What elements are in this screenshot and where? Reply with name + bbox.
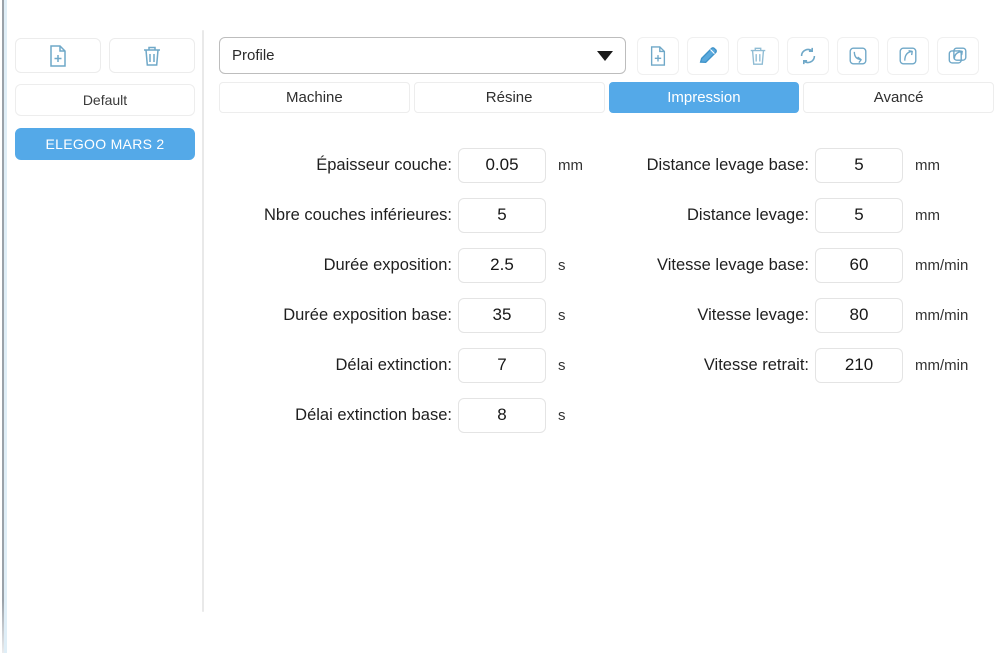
field-unit: mm: [915, 157, 940, 174]
field-input[interactable]: 60: [815, 248, 903, 283]
field-label: Vitesse levage base:: [604, 256, 809, 275]
field-unit: mm/min: [915, 357, 968, 374]
field-label: Durée exposition:: [224, 256, 452, 275]
field-input[interactable]: 5: [815, 148, 903, 183]
export-all-button[interactable]: [937, 37, 979, 75]
field-label: Vitesse retrait:: [604, 356, 809, 375]
export-all-icon: [947, 45, 969, 67]
profile-toolbar-row: Profile: [219, 37, 994, 74]
window-left-edge-glow: [4, 0, 7, 653]
field-input[interactable]: 2.5: [458, 248, 546, 283]
sidebar-profile-default[interactable]: Default: [15, 84, 195, 116]
field-epaisseur-couche: Épaisseur couche: 0.05 mm: [224, 140, 599, 190]
edit-button[interactable]: [687, 37, 729, 75]
settings-tabs: Machine Résine Impression Avancé: [219, 82, 994, 113]
new-profile-button[interactable]: [15, 38, 101, 73]
tab-label: Avancé: [874, 89, 924, 106]
reset-button[interactable]: [787, 37, 829, 75]
field-unit: mm/min: [915, 307, 968, 324]
tab-impression[interactable]: Impression: [609, 82, 800, 113]
field-distance-levage-base: Distance levage base: 5 mm: [604, 140, 999, 190]
field-vitesse-levage: Vitesse levage: 80 mm/min: [604, 290, 999, 340]
field-unit: s: [558, 257, 566, 274]
field-label: Délai extinction:: [224, 356, 452, 375]
trash-icon: [748, 45, 768, 67]
sidebar-divider: [202, 30, 204, 612]
trash-icon: [141, 44, 163, 68]
field-input[interactable]: 210: [815, 348, 903, 383]
profiles-sidebar: Default ELEGOO MARS 2: [8, 0, 203, 653]
field-input[interactable]: 0.05: [458, 148, 546, 183]
field-label: Épaisseur couche:: [224, 156, 452, 175]
delete-profile-button[interactable]: [109, 38, 195, 73]
tab-avance[interactable]: Avancé: [803, 82, 994, 113]
field-input[interactable]: 80: [815, 298, 903, 333]
field-label: Nbre couches inférieures:: [224, 206, 452, 225]
field-input[interactable]: 35: [458, 298, 546, 333]
chevron-down-icon: [597, 51, 613, 61]
profile-select-value: Profile: [232, 47, 275, 64]
import-button[interactable]: [837, 37, 879, 75]
file-plus-icon: [47, 44, 69, 68]
tab-label: Machine: [286, 89, 343, 106]
profile-actions-toolbar: [637, 37, 979, 75]
field-input[interactable]: 5: [458, 198, 546, 233]
field-input[interactable]: 8: [458, 398, 546, 433]
sidebar-profile-elegoo-mars-2[interactable]: ELEGOO MARS 2: [15, 128, 195, 160]
tab-label: Impression: [667, 89, 740, 106]
field-distance-levage: Distance levage: 5 mm: [604, 190, 999, 240]
field-label: Distance levage:: [604, 206, 809, 225]
sidebar-profile-label: ELEGOO MARS 2: [45, 136, 164, 152]
export-arrow-icon: [897, 45, 919, 67]
field-duree-exposition: Durée exposition: 2.5 s: [224, 240, 599, 290]
impression-settings-form: Épaisseur couche: 0.05 mm Nbre couches i…: [214, 140, 994, 653]
field-label: Vitesse levage:: [604, 306, 809, 325]
field-vitesse-levage-base: Vitesse levage base: 60 mm/min: [604, 240, 999, 290]
sidebar-profile-label: Default: [83, 92, 127, 108]
tab-machine[interactable]: Machine: [219, 82, 410, 113]
field-input[interactable]: 7: [458, 348, 546, 383]
field-delai-extinction: Délai extinction: 7 s: [224, 340, 599, 390]
settings-column-left: Épaisseur couche: 0.05 mm Nbre couches i…: [224, 140, 599, 440]
settings-column-right: Distance levage base: 5 mm Distance leva…: [604, 140, 999, 390]
import-arrow-icon: [847, 45, 869, 67]
field-unit: s: [558, 307, 566, 324]
field-unit: s: [558, 407, 566, 424]
export-button[interactable]: [887, 37, 929, 75]
file-plus-icon: [648, 45, 668, 67]
field-input[interactable]: 5: [815, 198, 903, 233]
pencil-icon: [698, 45, 719, 66]
field-unit: mm: [915, 207, 940, 224]
field-label: Durée exposition base:: [224, 306, 452, 325]
field-nbre-couches-inferieures: Nbre couches inférieures: 5: [224, 190, 599, 240]
field-label: Délai extinction base:: [224, 406, 452, 425]
field-delai-extinction-base: Délai extinction base: 8 s: [224, 390, 599, 440]
profile-select[interactable]: Profile: [219, 37, 626, 74]
tab-label: Résine: [486, 89, 533, 106]
field-duree-exposition-base: Durée exposition base: 35 s: [224, 290, 599, 340]
field-vitesse-retrait: Vitesse retrait: 210 mm/min: [604, 340, 999, 390]
field-label: Distance levage base:: [604, 156, 809, 175]
refresh-icon: [797, 45, 819, 67]
field-unit: mm/min: [915, 257, 968, 274]
field-unit: mm: [558, 157, 583, 174]
profile-settings-window: Default ELEGOO MARS 2 Profile: [0, 0, 1000, 653]
sidebar-toolbar: [15, 38, 195, 73]
new-button[interactable]: [637, 37, 679, 75]
main-panel: Profile: [214, 0, 994, 653]
delete-button[interactable]: [737, 37, 779, 75]
field-unit: s: [558, 357, 566, 374]
tab-resine[interactable]: Résine: [414, 82, 605, 113]
